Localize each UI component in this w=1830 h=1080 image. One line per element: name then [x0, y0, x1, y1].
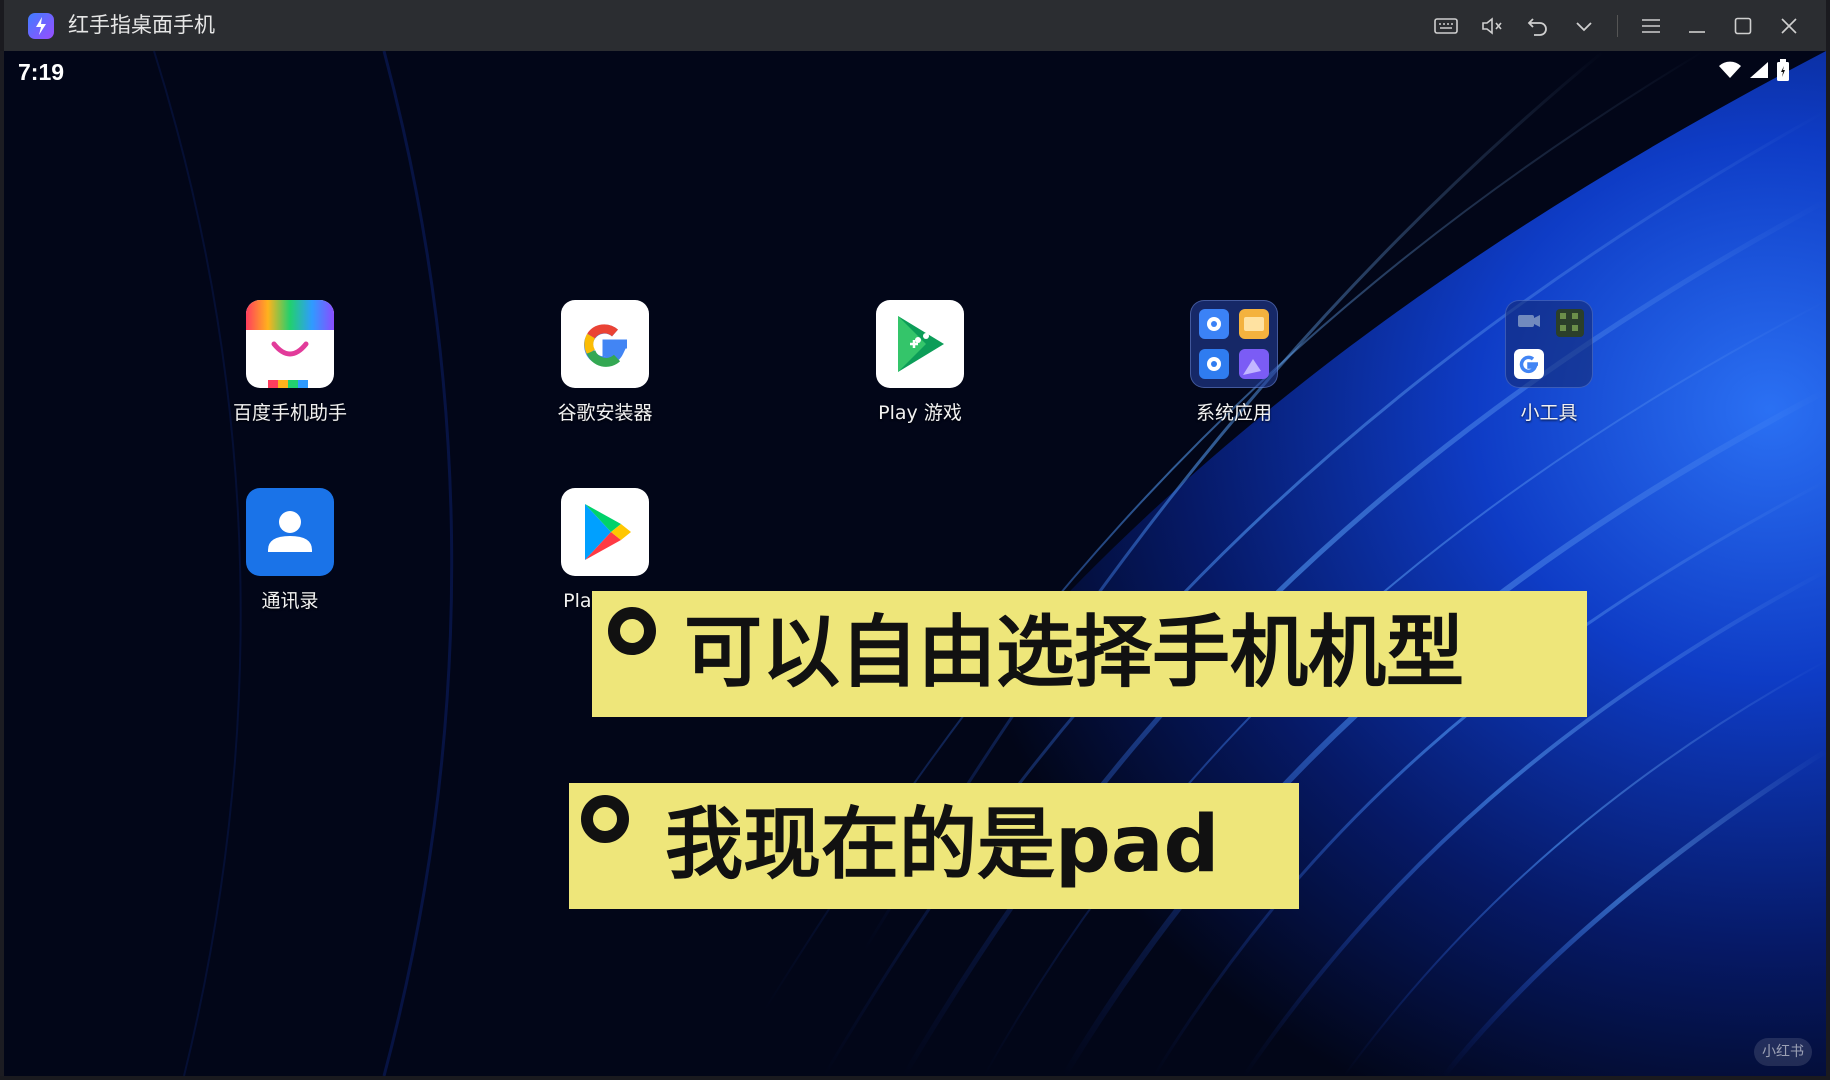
caption-bullet-icon: [608, 607, 656, 655]
keyboard-icon[interactable]: [1423, 0, 1469, 51]
play-store-icon: [561, 488, 649, 576]
app-play-games[interactable]: Play 游戏: [830, 300, 1010, 425]
minimize-icon[interactable]: [1674, 0, 1720, 51]
wifi-icon: [1719, 61, 1741, 78]
caption-text: 可以自由选择手机机型: [684, 608, 1465, 698]
android-screen[interactable]: 7:19 百度手机助手 谷歌安装器 Play 游戏 系统应用 小工具 通讯录 P…: [4, 51, 1826, 1076]
app-label: 小工具: [1520, 402, 1578, 424]
app-label: Play 游戏: [878, 402, 962, 424]
app-baidu-assistant[interactable]: 百度手机助手: [200, 300, 380, 425]
tools-folder-icon: [1505, 300, 1593, 388]
app-label: 谷歌安装器: [557, 402, 653, 424]
app-logo-icon: [28, 13, 54, 39]
caption-banner-1: 可以自由选择手机机型: [592, 591, 1587, 717]
maximize-icon[interactable]: [1720, 0, 1766, 51]
toolbar-divider: [1617, 14, 1618, 37]
caption-banner-2: 我现在的是pad: [569, 783, 1299, 909]
play-games-icon: [876, 300, 964, 388]
signal-icon: [1750, 62, 1768, 78]
app-label: 百度手机助手: [232, 402, 347, 424]
menu-icon[interactable]: [1628, 0, 1674, 51]
emulator-window: 红手指桌面手机 7:19 百度手机助手 谷歌安装器 Play 游戏 系统应用 小…: [4, 0, 1826, 1076]
caption-text: 我现在的是pad: [665, 800, 1220, 890]
status-time: 7:19: [18, 59, 65, 85]
watermark: 小红书: [1754, 1038, 1812, 1066]
folder-system-apps[interactable]: 系统应用: [1144, 300, 1324, 425]
system-apps-folder-icon: [1190, 300, 1278, 388]
caption-bullet-icon: [581, 795, 629, 843]
app-label: 通讯录: [261, 590, 319, 612]
contacts-icon: [246, 488, 334, 576]
app-google-installer[interactable]: 谷歌安装器: [515, 300, 695, 425]
baidu-assistant-icon: [246, 300, 334, 388]
mute-icon[interactable]: [1469, 0, 1515, 51]
battery-icon: [1777, 59, 1789, 81]
title-bar[interactable]: 红手指桌面手机: [4, 0, 1826, 51]
app-contacts[interactable]: 通讯录: [200, 488, 380, 613]
undo-icon[interactable]: [1515, 0, 1561, 51]
chevron-down-icon[interactable]: [1561, 0, 1607, 51]
folder-tools[interactable]: 小工具: [1459, 300, 1639, 425]
window-title: 红手指桌面手机: [68, 13, 215, 37]
google-installer-icon: [561, 300, 649, 388]
app-label: 系统应用: [1195, 402, 1272, 424]
close-icon[interactable]: [1766, 0, 1812, 51]
